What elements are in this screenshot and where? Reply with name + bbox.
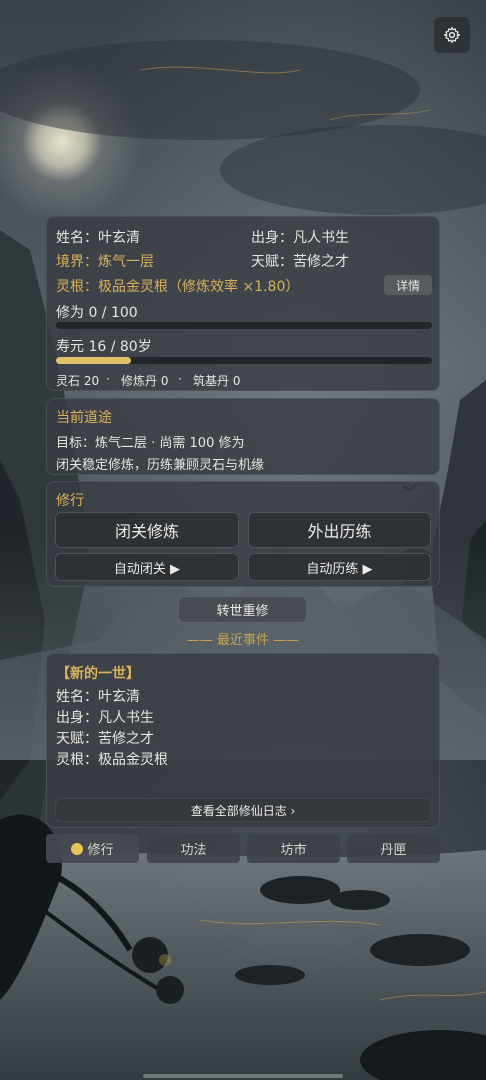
lifespan-bar [56,357,432,364]
tab-label: 坊市 [280,843,307,858]
path-goal: 目标：炼气二层 · 尚需 100 修为 [56,436,245,451]
tab-cultivation[interactable]: 修行 [46,834,139,863]
cultivation-pill-count: 修炼丹 0 [121,374,169,388]
actions-title: 修行 [56,493,84,509]
auto-travel-button[interactable]: 自动历练 ▶ [248,553,431,581]
event-line: 天赋：苦修之才 [56,731,154,747]
auto-seclusion-button[interactable]: 自动闭关 ▶ [55,553,239,581]
tab-techniques[interactable]: 功法 [147,834,240,863]
spirit-stone-count: 灵石 20 [56,374,100,388]
settings-button[interactable] [434,17,470,53]
travel-button[interactable]: 外出历练 [248,512,431,548]
lifespan-label: 寿元 16 / 80岁 [56,339,152,355]
recent-events-divider: —— 最近事件 —— [186,633,300,648]
event-heading: 【新的一世】 [56,666,140,682]
character-realm: 境界：炼气一层 [56,254,154,270]
character-origin: 出身：凡人书生 [251,230,349,246]
character-name: 姓名：叶玄清 [56,230,140,246]
foundation-pill-count: 筑基丹 0 [193,374,241,388]
event-line: 出身：凡人书生 [56,710,154,726]
cultivation-bar [56,322,432,329]
resource-separator: · [178,372,182,386]
detail-button[interactable]: 详情 [384,275,432,295]
tab-label: 丹匣 [380,843,407,858]
lifespan-bar-fill [56,357,132,364]
reincarnate-button[interactable]: 转世重修 [178,596,307,623]
view-all-log-button[interactable]: 查看全部修仙日志 › [55,798,431,822]
current-path-panel: 当前道途 目标：炼气二层 · 尚需 100 修为 闭关稳定修炼，历练兼顾灵石与机… [46,398,440,475]
spirit-root: 灵根：极品金灵根（修炼效率 ×1.80） [56,279,300,295]
gear-icon [443,26,461,44]
active-dot-icon [71,842,84,855]
event-line: 灵根：极品金灵根 [56,752,168,768]
tab-label: 修行 [87,843,114,858]
tab-label: 功法 [180,843,207,858]
character-panel: 姓名：叶玄清 出身：凡人书生 境界：炼气一层 天赋：苦修之才 灵根：极品金灵根（… [46,216,440,391]
event-line: 姓名：叶玄清 [56,689,140,705]
path-title: 当前道途 [56,410,112,426]
character-talent: 天赋：苦修之才 [251,254,349,270]
tab-market[interactable]: 坊市 [247,834,340,863]
cultivation-label: 修为 0 / 100 [56,305,138,321]
resource-separator: · [106,372,110,386]
seclusion-button[interactable]: 闭关修炼 [55,512,239,548]
tab-pill-box[interactable]: 丹匣 [347,834,440,863]
path-advice: 闭关稳定修炼，历练兼顾灵石与机缘 [56,458,265,473]
